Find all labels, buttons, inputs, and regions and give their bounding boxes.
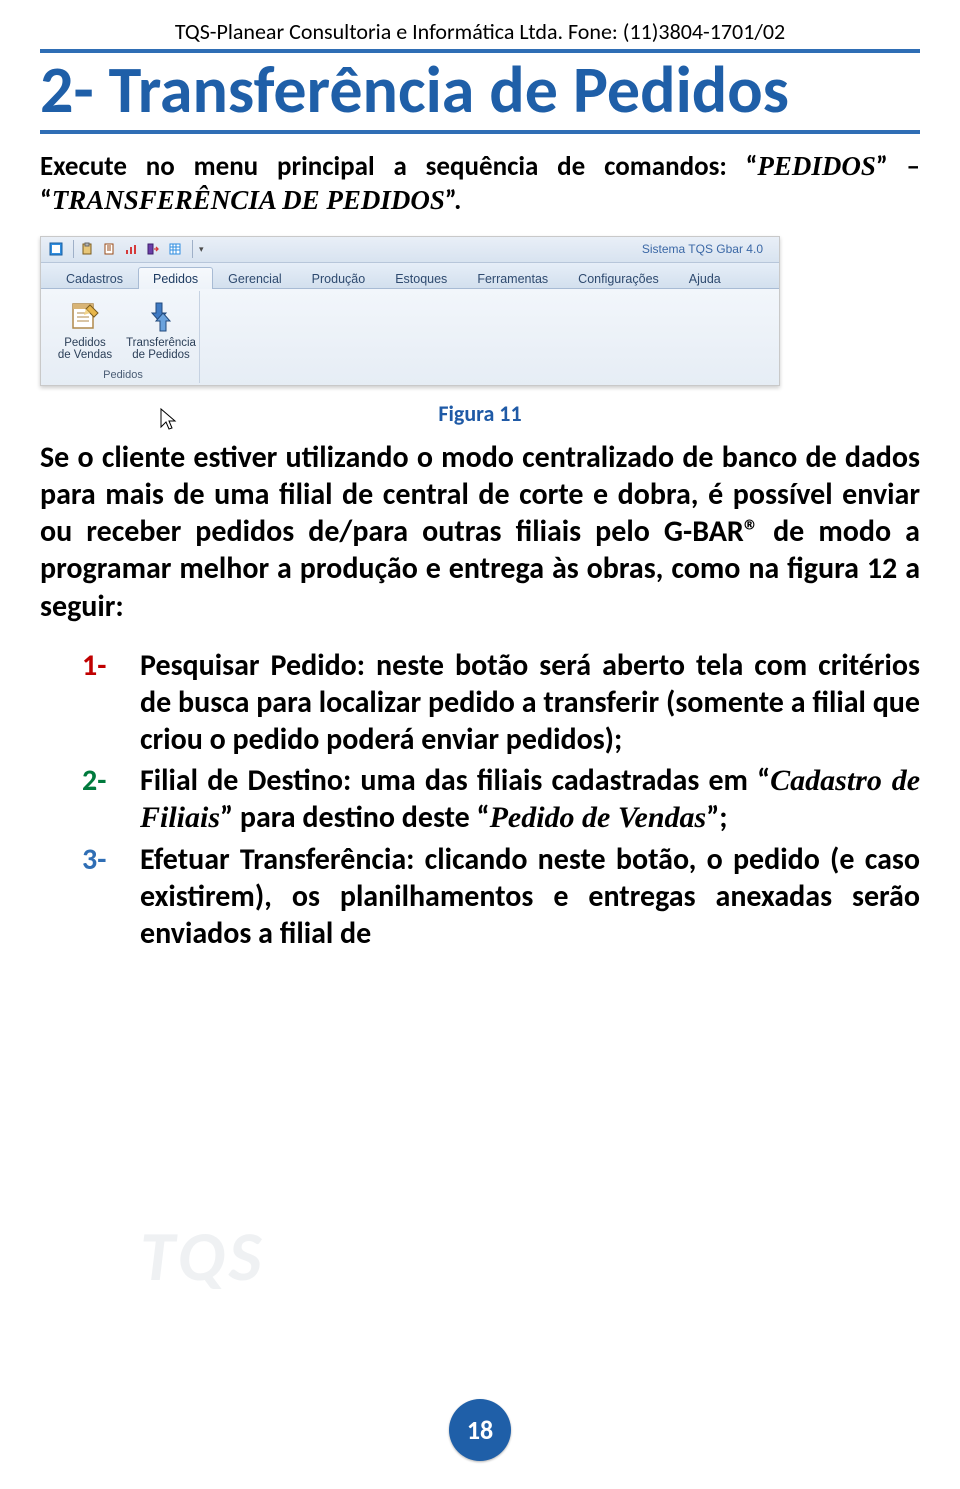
notepad-pencil-icon xyxy=(67,298,103,334)
lede-post: ”. xyxy=(445,184,462,217)
step-2-rest-b: ” para destino deste “ xyxy=(220,799,490,836)
step-2-rest-c: ”; xyxy=(706,799,727,836)
step-2: 2- Filial de Destino: uma das filiais ca… xyxy=(140,762,920,836)
ribbon-group-pedidos: Pedidos de Vendas Transferência de Pedid… xyxy=(47,291,200,383)
btn-label-line1: Transferência xyxy=(126,337,196,350)
barchart-icon[interactable] xyxy=(122,240,140,258)
ribbon-body: Pedidos de Vendas Transferência de Pedid… xyxy=(41,289,779,385)
app-icon[interactable] xyxy=(47,240,65,258)
tab-cadastros[interactable]: Cadastros xyxy=(51,267,138,289)
title-banner: 2- Transferência de Pedidos xyxy=(40,49,920,134)
step-2-lead: Filial de Destino: xyxy=(140,762,351,799)
tab-ferramentas[interactable]: Ferramentas xyxy=(462,267,563,289)
page-number-badge: 18 xyxy=(449,1399,511,1461)
tab-producao[interactable]: Produção xyxy=(297,267,381,289)
tab-estoques[interactable]: Estoques xyxy=(380,267,462,289)
tab-pedidos[interactable]: Pedidos xyxy=(138,267,213,289)
pedidos-vendas-button[interactable]: Pedidos de Vendas xyxy=(51,293,119,367)
notebook-icon[interactable] xyxy=(100,240,118,258)
tab-gerencial[interactable]: Gerencial xyxy=(213,267,297,289)
body-paragraph: Se o cliente estiver utilizando o modo c… xyxy=(40,439,920,625)
step-number-3: 3- xyxy=(82,841,106,878)
clipboard-icon[interactable] xyxy=(78,240,96,258)
system-title: Sistema TQS Gbar 4.0 xyxy=(642,242,773,256)
qat-separator xyxy=(73,240,74,258)
company-header: TQS-Planear Consultoria e Informática Lt… xyxy=(40,18,920,45)
step-number-1: 1- xyxy=(82,647,106,684)
lede-command-1: PEDIDOS xyxy=(757,151,876,181)
lede-command-2: TRANSFERÊNCIA DE PEDIDOS xyxy=(52,185,445,215)
tab-ajuda[interactable]: Ajuda xyxy=(674,267,736,289)
step-3-lead: Efetuar Transferência: xyxy=(140,841,414,878)
step-3: 3- Efetuar Transferência: clicando neste… xyxy=(140,841,920,953)
figure-caption: Figura 11 xyxy=(40,400,920,427)
qat-separator-2 xyxy=(192,240,193,258)
step-1-lead: Pesquisar Pedido: xyxy=(140,647,365,684)
step-2-rest-a: uma das filiais cadastradas em “ xyxy=(351,762,770,799)
step-2-ital-b: Pedido de Vendas xyxy=(490,801,707,834)
grid-icon[interactable] xyxy=(166,240,184,258)
btn-label-line2: de Vendas xyxy=(58,349,112,362)
qat-dropdown-icon[interactable]: ▾ xyxy=(199,244,204,255)
btn-label-line1: Pedidos xyxy=(64,337,106,350)
transferencia-pedidos-button[interactable]: Transferência de Pedidos xyxy=(127,293,195,367)
steps-list: 1- Pesquisar Pedido: neste botão será ab… xyxy=(40,647,920,953)
arrows-exchange-icon xyxy=(143,298,179,334)
page-title: 2- Transferência de Pedidos xyxy=(40,55,920,124)
lede-pre: Execute no menu principal a sequência de… xyxy=(40,150,757,183)
step-number-2: 2- xyxy=(82,762,106,799)
lede-paragraph: Execute no menu principal a sequência de… xyxy=(40,150,920,218)
exit-icon[interactable] xyxy=(144,240,162,258)
step-1: 1- Pesquisar Pedido: neste botão será ab… xyxy=(140,647,920,759)
btn-label-line2: de Pedidos xyxy=(132,349,190,362)
ribbon-group-label: Pedidos xyxy=(103,369,143,383)
ribbon-tabs: Cadastros Pedidos Gerencial Produção Est… xyxy=(41,263,779,289)
watermark-tqs: TQS xyxy=(140,1213,265,1299)
quick-access-toolbar: ▾ Sistema TQS Gbar 4.0 xyxy=(41,237,779,263)
ribbon-screenshot: ▾ Sistema TQS Gbar 4.0 Cadastros Pedidos… xyxy=(40,236,780,386)
tab-configuracoes[interactable]: Configurações xyxy=(563,267,674,289)
